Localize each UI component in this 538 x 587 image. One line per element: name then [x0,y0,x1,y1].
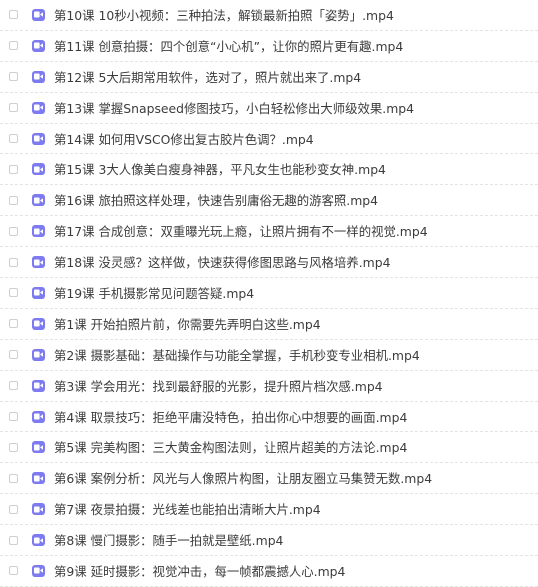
file-name[interactable]: 第19课 手机摄影常见问题答疑.mp4 [54,284,254,302]
row-checkbox[interactable] [9,504,18,514]
row-checkbox[interactable] [9,288,18,298]
video-camera-icon [32,101,45,114]
video-camera-icon [32,70,45,83]
video-camera-icon [32,564,45,577]
file-name[interactable]: 第9课 延时摄影：视觉冲击，每一帧都震撼人心.mp4 [54,562,345,580]
file-row[interactable]: 第7课 夜景拍摄：光线差也能拍出清晰大片.mp4 [0,494,538,526]
file-row[interactable]: 第1课 开始拍照片前，你需要先弄明白这些.mp4 [0,309,538,340]
file-name[interactable]: 第1课 开始拍照片前，你需要先弄明白这些.mp4 [54,315,321,333]
video-camera-icon [32,410,45,423]
row-checkbox[interactable] [9,535,18,545]
video-camera-icon [32,472,45,485]
row-checkbox[interactable] [9,412,18,422]
file-name[interactable]: 第13课 掌握Snapseed修图技巧，小白轻松修出大师级效果.mp4 [54,99,414,117]
file-row[interactable]: 第11课 创意拍摄：四个创意“小心机”，让你的照片更有趣.mp4 [0,31,538,62]
file-row[interactable]: 第13课 掌握Snapseed修图技巧，小白轻松修出大师级效果.mp4 [0,93,538,124]
video-camera-icon [32,534,45,547]
file-name[interactable]: 第5课 完美构图：三大黄金构图法则，让照片超美的方法论.mp4 [54,438,407,456]
row-checkbox[interactable] [9,164,18,174]
row-checkbox[interactable] [9,103,18,113]
row-checkbox[interactable] [9,319,18,329]
file-row[interactable]: 第9课 延时摄影：视觉冲击，每一帧都震撼人心.mp4 [0,556,538,587]
video-camera-icon [32,132,45,145]
file-row[interactable]: 第15课 3大人像美白瘦身神器，平凡女生也能秒变女神.mp4 [0,154,538,186]
video-camera-icon [32,39,45,52]
file-name[interactable]: 第14课 如何用VSCO修出复古胶片色调？.mp4 [54,130,314,148]
row-checkbox[interactable] [9,442,18,452]
file-row[interactable]: 第2课 摄影基础：基础操作与功能全掌握，手机秒变专业相机.mp4 [0,340,538,371]
file-row[interactable]: 第17课 合成创意：双重曝光玩上瘾，让照片拥有不一样的视觉.mp4 [0,216,538,248]
file-name[interactable]: 第8课 慢门摄影：随手一拍就是壁纸.mp4 [54,531,283,549]
video-camera-icon [32,194,45,207]
file-row[interactable]: 第4课 取景技巧：拒绝平庸没特色，拍出你心中想要的画面.mp4 [0,402,538,433]
file-name[interactable]: 第16课 旅拍照这样处理，快速告别庸俗无趣的游客照.mp4 [54,191,378,209]
file-name[interactable]: 第2课 摄影基础：基础操作与功能全掌握，手机秒变专业相机.mp4 [54,346,420,364]
file-row[interactable]: 第14课 如何用VSCO修出复古胶片色调？.mp4 [0,124,538,155]
video-camera-icon [32,225,45,238]
row-checkbox[interactable] [9,134,18,143]
file-row[interactable]: 第10课 10秒小视频：三种拍法，解锁最新拍照「姿势」.mp4 [0,0,538,31]
file-row[interactable]: 第12课 5大后期常用软件，选对了，照片就出来了.mp4 [0,62,538,93]
file-name[interactable]: 第3课 学会用光：找到最舒服的光影，提升照片档次感.mp4 [54,377,383,395]
file-name[interactable]: 第18课 没灵感？这样做，快速获得修图思路与风格培养.mp4 [54,253,390,271]
row-checkbox[interactable] [9,350,18,360]
row-checkbox[interactable] [9,473,18,483]
row-checkbox[interactable] [9,195,18,205]
file-name[interactable]: 第11课 创意拍摄：四个创意“小心机”，让你的照片更有趣.mp4 [54,37,403,55]
video-camera-icon [32,8,45,21]
video-camera-icon [32,379,45,392]
file-row[interactable]: 第19课 手机摄影常见问题答疑.mp4 [0,278,538,309]
file-row[interactable]: 第16课 旅拍照这样处理，快速告别庸俗无趣的游客照.mp4 [0,185,538,217]
file-row[interactable]: 第8课 慢门摄影：随手一拍就是壁纸.mp4 [0,525,538,557]
file-name[interactable]: 第17课 合成创意：双重曝光玩上瘾，让照片拥有不一样的视觉.mp4 [54,222,428,240]
file-name[interactable]: 第4课 取景技巧：拒绝平庸没特色，拍出你心中想要的画面.mp4 [54,408,407,426]
file-name[interactable]: 第6课 案例分析：风光与人像照片构图，让朋友圈立马集赞无数.mp4 [54,469,432,487]
video-camera-icon [32,348,45,361]
video-camera-icon [32,286,45,299]
row-checkbox[interactable] [9,381,18,391]
video-camera-icon [32,256,45,269]
row-checkbox[interactable] [9,72,18,82]
file-name[interactable]: 第15课 3大人像美白瘦身神器，平凡女生也能秒变女神.mp4 [54,160,386,178]
video-camera-icon [32,441,45,454]
file-row[interactable]: 第6课 案例分析：风光与人像照片构图，让朋友圈立马集赞无数.mp4 [0,463,538,495]
video-camera-icon [32,163,45,176]
file-row[interactable]: 第3课 学会用光：找到最舒服的光影，提升照片档次感.mp4 [0,371,538,402]
file-list: 第10课 10秒小视频：三种拍法，解锁最新拍照「姿势」.mp4 第11课 创意拍… [0,0,538,587]
video-camera-icon [32,503,45,516]
row-checkbox[interactable] [9,257,18,267]
file-row[interactable]: 第5课 完美构图：三大黄金构图法则，让照片超美的方法论.mp4 [0,432,538,464]
file-name[interactable]: 第10课 10秒小视频：三种拍法，解锁最新拍照「姿势」.mp4 [54,6,394,24]
row-checkbox[interactable] [9,41,18,51]
file-name[interactable]: 第7课 夜景拍摄：光线差也能拍出清晰大片.mp4 [54,500,321,518]
video-camera-icon [32,317,45,330]
file-row[interactable]: 第18课 没灵感？这样做，快速获得修图思路与风格培养.mp4 [0,247,538,279]
row-checkbox[interactable] [9,226,18,236]
row-checkbox[interactable] [9,10,18,20]
file-name[interactable]: 第12课 5大后期常用软件，选对了，照片就出来了.mp4 [54,68,361,86]
row-checkbox[interactable] [9,566,18,576]
